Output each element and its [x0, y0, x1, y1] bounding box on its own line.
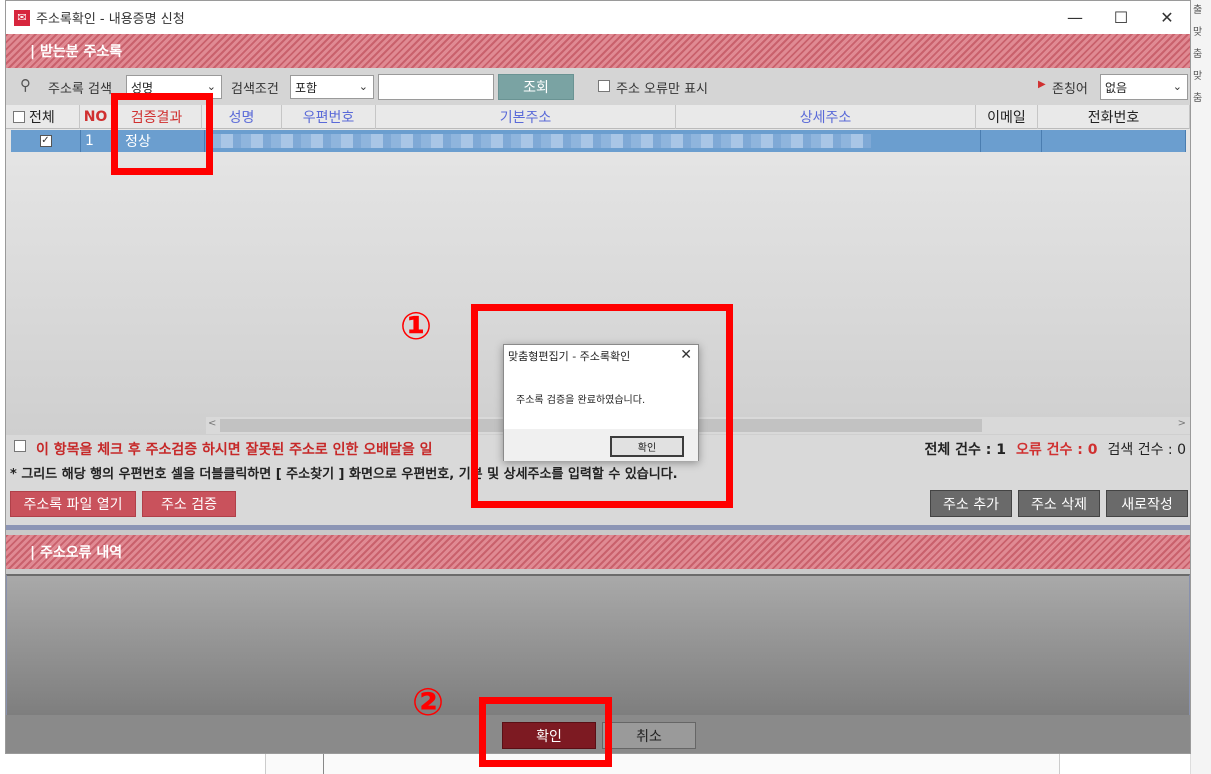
minimize-button[interactable]: —	[1052, 1, 1098, 34]
error-list	[6, 574, 1190, 715]
dialog-close-icon[interactable]: ✕	[680, 347, 692, 363]
window-title: 주소록확인 - 내용증명 신청	[36, 12, 185, 27]
honorific-label: 존칭어	[1052, 82, 1088, 97]
triangle-right-icon: ▶	[1038, 79, 1046, 90]
verify-option-checkbox[interactable]	[14, 440, 26, 452]
honorific-select[interactable]: 없음 ⌄	[1100, 74, 1188, 100]
row-checkbox-cell[interactable]: ✓	[11, 130, 81, 152]
hint-text: * 그리드 해당 행의 우편번호 셀을 더블클릭하면 [ 주소찾기 ] 화면으로…	[10, 467, 678, 482]
window-controls: — ☐ ✕	[1052, 1, 1190, 34]
open-file-button[interactable]: 주소록 파일 열기	[10, 491, 136, 517]
condition-label: 검색조건	[231, 82, 279, 97]
background-document	[265, 754, 1060, 774]
check-icon[interactable]: ✓	[39, 135, 52, 147]
dialog-message: 주소록 검증을 완료하였습니다.	[516, 395, 646, 406]
new-button[interactable]: 새로작성	[1106, 490, 1188, 517]
row-email	[980, 130, 1042, 152]
chevron-down-icon: ⌄	[206, 80, 216, 93]
search-icon: ⚲	[20, 76, 31, 94]
condition-value: 포함	[295, 80, 318, 95]
total-count: 전체 건수 : 1	[924, 442, 1007, 458]
background-window-edge: 출 맞춤 맞춤	[1190, 0, 1211, 774]
background-text: 맞춤	[1193, 71, 1203, 104]
condition-select[interactable]: 포함 ⌄	[290, 75, 374, 99]
cancel-button[interactable]: 취소	[602, 722, 696, 749]
scroll-right-icon[interactable]: >	[1178, 418, 1186, 429]
search-toolbar: ⚲ 주소록 검색 성명 ⌄ 검색조건 포함 ⌄ 조회 주소 오류만 표시 ▶ 존…	[6, 68, 1190, 105]
recipients-header: | 받는분 주소록	[6, 34, 1190, 68]
search-input[interactable]	[378, 74, 494, 100]
bottom-bar: 확인 취소	[6, 715, 1190, 753]
warning-text: 이 항목을 체크 후 주소검증 하시면 잘못된 주소로 인한 오배달을 일	[36, 439, 433, 459]
background-divider	[323, 754, 324, 774]
chevron-down-icon: ⌄	[358, 80, 368, 93]
dialog-title: 맞춤형편집기 - 주소록확인	[508, 350, 631, 363]
app-logo-icon: ✉	[14, 9, 30, 26]
search-button[interactable]: 조회	[498, 74, 574, 100]
column-select-all[interactable]: 전체	[6, 105, 80, 129]
column-name[interactable]: 성명	[202, 105, 282, 129]
column-email[interactable]: 이메일	[976, 105, 1038, 129]
error-only-checkbox[interactable]	[598, 80, 610, 92]
warning-main: 이 항목을 체크 후 주소검증 하시면 잘못된 주소로 인한 오배달을	[36, 442, 420, 458]
error-count: 오류 건수 : 0	[1016, 442, 1098, 458]
column-no[interactable]: NO	[80, 105, 112, 129]
redacted-address	[211, 134, 871, 148]
annotation-number-1: ①	[400, 304, 433, 348]
dialog-footer: 확인	[504, 429, 698, 461]
message-dialog: 맞춤형편집기 - 주소록확인 ✕ 주소록 검증을 완료하였습니다. 확인	[503, 344, 699, 461]
search-field-select[interactable]: 성명 ⌄	[126, 75, 222, 99]
search-field-value: 성명	[131, 80, 154, 95]
errors-header: | 주소오류 내역	[6, 535, 1190, 569]
verify-address-button[interactable]: 주소 검증	[142, 491, 236, 517]
chevron-down-icon: ⌄	[1172, 80, 1182, 93]
maximize-button[interactable]: ☐	[1098, 1, 1144, 34]
search-count: 검색 건수 : 0	[1107, 442, 1187, 458]
honorific-value: 없음	[1105, 80, 1128, 95]
background-text: 맞춤	[1193, 27, 1203, 60]
close-button[interactable]: ✕	[1144, 1, 1190, 34]
add-address-button[interactable]: 주소 추가	[930, 490, 1012, 517]
row-no: 1	[81, 130, 117, 152]
search-label: 주소록 검색	[48, 82, 112, 97]
count-summary: 전체 건수 : 1 오류 건수 : 0 검색 건수 : 0	[925, 439, 1186, 459]
ok-button[interactable]: 확인	[502, 722, 596, 749]
column-result[interactable]: 검증결과	[112, 105, 202, 129]
background-text: 출	[1193, 5, 1203, 16]
table-row[interactable]: ✓ 1 정상	[11, 130, 1186, 152]
grid-header: 전체 NO 검증결과 성명 우편번호 기본주소 상세주소 이메일 전화번호	[6, 105, 1190, 129]
column-header: 전체	[29, 110, 55, 126]
title-bar: ✉ 주소록확인 - 내용증명 신청 — ☐ ✕	[6, 1, 1190, 34]
section-divider	[6, 525, 1190, 530]
column-detail-address[interactable]: 상세주소	[676, 105, 976, 129]
select-all-checkbox[interactable]	[13, 111, 25, 123]
error-only-label: 주소 오류만 표시	[616, 82, 708, 97]
row-result: 정상	[117, 130, 205, 152]
dialog-ok-button[interactable]: 확인	[610, 436, 684, 457]
annotation-number-2: ②	[412, 680, 445, 724]
delete-address-button[interactable]: 주소 삭제	[1018, 490, 1100, 517]
row-phone	[1042, 130, 1186, 152]
column-zipcode[interactable]: 우편번호	[282, 105, 376, 129]
scroll-left-icon[interactable]: <	[208, 418, 216, 429]
warning-tail: 일	[419, 442, 433, 458]
column-phone[interactable]: 전화번호	[1038, 105, 1190, 129]
column-base-address[interactable]: 기본주소	[376, 105, 676, 129]
